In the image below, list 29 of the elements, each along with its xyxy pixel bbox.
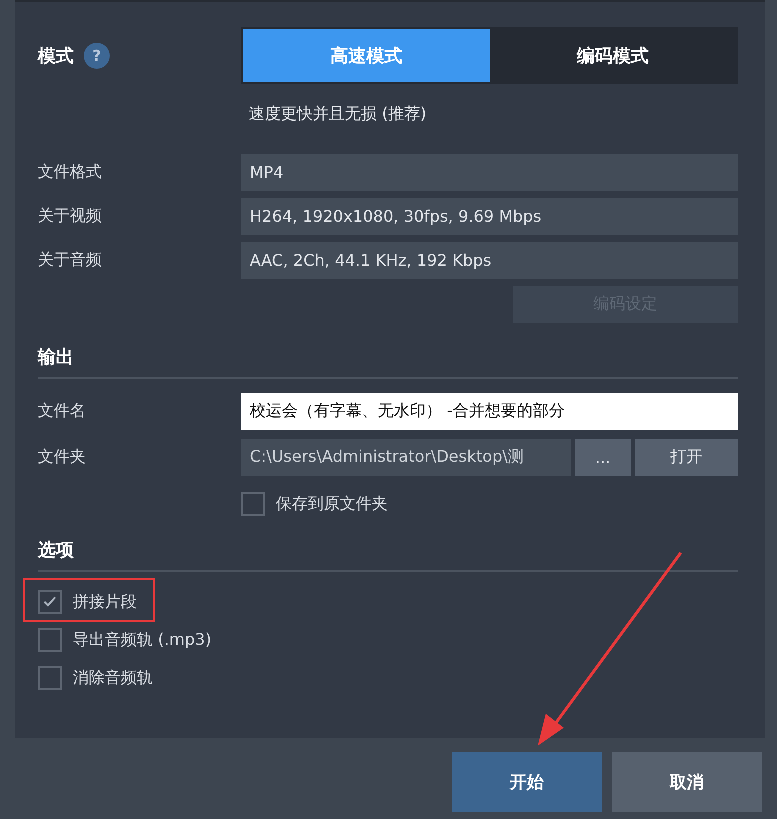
field-label: 文件格式 bbox=[38, 162, 103, 183]
mode-description: 速度更快并且无损 (推荐) bbox=[249, 104, 427, 123]
browse-button[interactable]: ... bbox=[575, 439, 631, 476]
mode-tab[interactable]: 编码模式 bbox=[490, 29, 736, 82]
section-heading: 输出 bbox=[38, 347, 74, 368]
checkbox[interactable] bbox=[38, 590, 62, 614]
checkbox-label: 拼接片段 bbox=[73, 592, 137, 612]
checkbox-label: 保存到原文件夹 bbox=[276, 494, 388, 514]
section-heading: 选项 bbox=[38, 540, 74, 561]
info-field: AAC, 2Ch, 44.1 KHz, 192 Kbps bbox=[241, 242, 738, 279]
checkbox-label: 导出音频轨 (.mp3) bbox=[73, 630, 212, 650]
open-button[interactable]: 打开 bbox=[635, 439, 738, 476]
folder-field[interactable]: C:\Users\Administrator\Desktop\测 bbox=[241, 439, 571, 476]
mode-label: 模式 bbox=[38, 44, 74, 68]
checkbox[interactable] bbox=[241, 492, 265, 516]
info-field: H264, 1920x1080, 30fps, 9.69 Mbps bbox=[241, 198, 738, 235]
field-label: 文件夹 bbox=[38, 447, 87, 468]
field-label: 关于音频 bbox=[38, 250, 103, 271]
dialog-button[interactable]: 取消 bbox=[612, 752, 762, 812]
info-field: MP4 bbox=[241, 154, 738, 191]
field-label: 文件名 bbox=[38, 401, 87, 422]
filename-input[interactable]: 校运会（有字幕、无水印） -合并想要的部分 bbox=[241, 393, 738, 430]
checkbox[interactable] bbox=[38, 628, 62, 652]
field-label: 关于视频 bbox=[38, 206, 103, 227]
dialog-button[interactable]: 开始 bbox=[452, 752, 602, 812]
help-icon[interactable]: ? bbox=[84, 42, 110, 68]
checkbox-label: 消除音频轨 bbox=[73, 668, 153, 688]
mode-tab[interactable]: 高速模式 bbox=[243, 29, 490, 82]
checkbox[interactable] bbox=[38, 666, 62, 690]
